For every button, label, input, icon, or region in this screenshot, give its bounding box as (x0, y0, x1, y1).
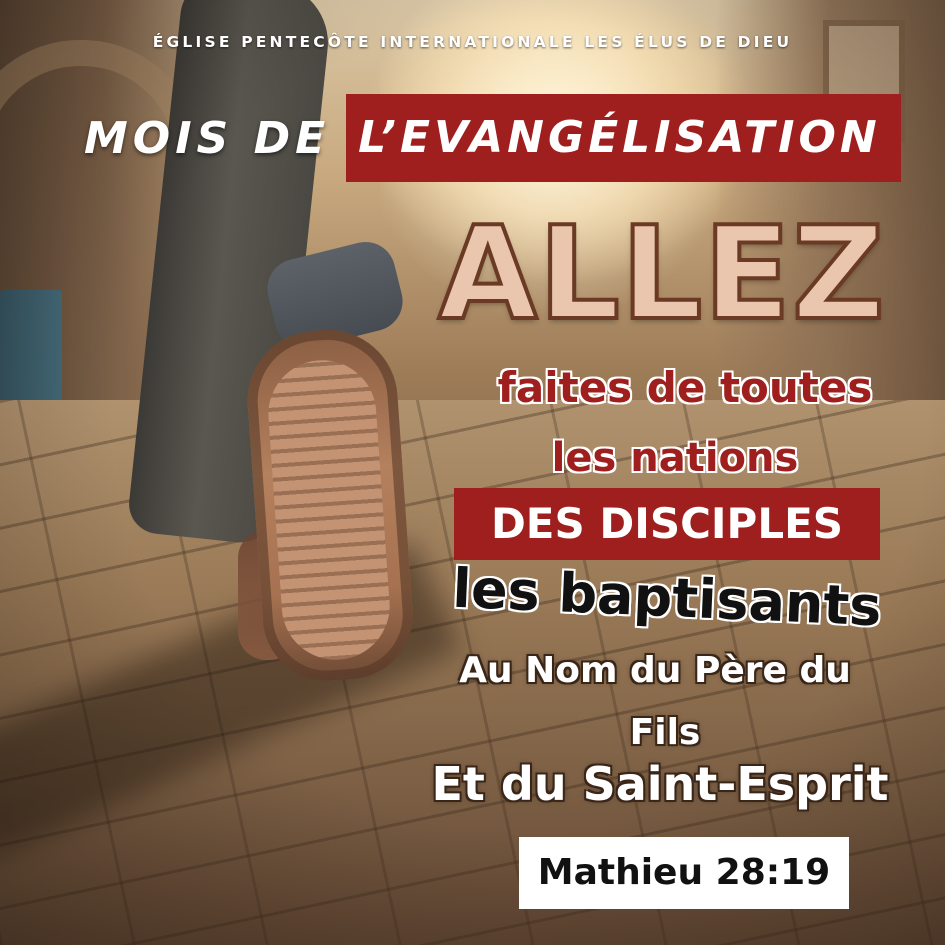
verse-line-2: les nations (551, 435, 799, 481)
verse-line-saint-esprit: Et du Saint-Esprit (431, 757, 889, 811)
scripture-reference-box: Mathieu 28:19 (519, 837, 849, 909)
evangelism-poster: ÉGLISE PENTECÔTE INTERNATIONALE LES ÉLUS… (0, 0, 945, 945)
headline-allez: ALLEZ (436, 198, 886, 351)
church-name: ÉGLISE PENTECÔTE INTERNATIONALE LES ÉLUS… (152, 33, 793, 51)
verse-line-1: faites de toutes (497, 363, 873, 412)
title-plain-text: MOIS DE (84, 112, 331, 164)
poster-title: MOIS DE L’EVANGÉLISATION (84, 94, 901, 182)
verse-line-nom-pere: Au Nom du Père du (459, 650, 851, 691)
title-highlight-box: L’EVANGÉLISATION (346, 94, 901, 182)
verse-line-disciples-box: DES DISCIPLES (454, 488, 880, 560)
